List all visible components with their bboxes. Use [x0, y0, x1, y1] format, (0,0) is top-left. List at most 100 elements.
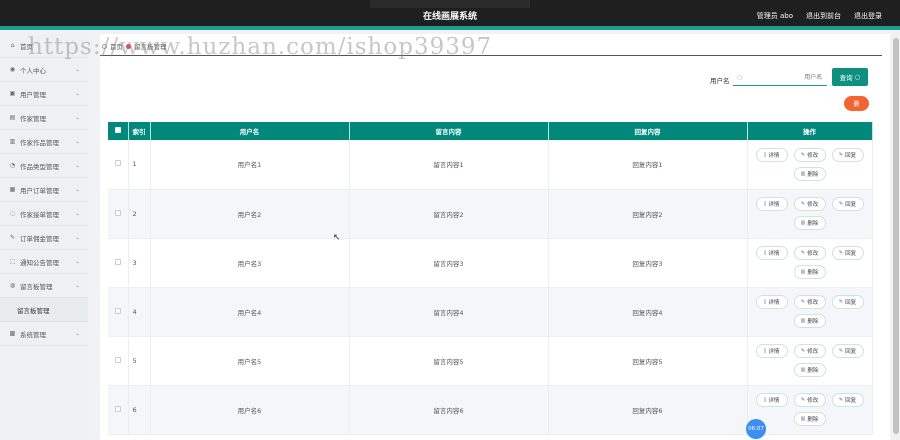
search-input[interactable]	[742, 73, 823, 81]
row-checkbox[interactable]	[114, 356, 121, 363]
row-actions: ▯ 详情 ✎ 修改 ✎ 回复 ▥ 删除	[747, 336, 873, 386]
row-reply: 回复内容3	[548, 238, 748, 288]
edit-button[interactable]: ✎ 修改	[793, 393, 826, 407]
row-select-cell[interactable]	[108, 385, 129, 435]
row-action-group: ▯ 详情 ✎ 修改 ✎ 回复 ▥ 删除	[748, 295, 872, 328]
edit-icon: ✎	[800, 250, 806, 256]
row-reply: 回复内容1	[548, 140, 748, 190]
row-checkbox[interactable]	[114, 405, 121, 412]
trash-icon: ▥	[800, 367, 806, 373]
edit-label: 修改	[807, 152, 819, 159]
delete-button[interactable]: ▥ 删除	[793, 216, 826, 230]
breadcrumb-home[interactable]: 首页	[110, 41, 123, 51]
delete-button[interactable]: ▥ 删除	[793, 363, 826, 377]
reply-button[interactable]: ✎ 回复	[831, 246, 864, 260]
header-actions: 操作	[747, 122, 873, 140]
row-checkbox[interactable]	[114, 160, 121, 167]
message-icon: ◍	[9, 282, 16, 289]
edit-button[interactable]: ✎ 修改	[793, 147, 826, 162]
delete-label: 删除	[807, 221, 819, 227]
row-checkbox[interactable]	[114, 209, 121, 216]
sidebar-item[interactable]: ▣ 用户管理 ⌄	[0, 82, 88, 106]
delete-button[interactable]: ▥ 删除	[793, 265, 826, 279]
accept-icon: ◌	[9, 210, 16, 217]
sidebar-item[interactable]: ⌂ 首页	[0, 34, 88, 58]
edit-button[interactable]: ✎ 修改	[793, 246, 826, 260]
sidebar-item-label: 作家管理	[20, 114, 46, 123]
sidebar-item[interactable]: ◍ 留言板管理 ⌄	[0, 274, 88, 298]
sidebar-item[interactable]: ◔ 作品类型管理 ⌄	[0, 154, 88, 178]
row-index: 1	[128, 140, 151, 190]
row-select-cell[interactable]	[108, 287, 129, 337]
clock-badge: 06:07	[746, 419, 766, 439]
row-checkbox[interactable]	[114, 258, 121, 265]
back-to-front-link[interactable]: 退出到前台	[806, 11, 841, 21]
sidebar-item[interactable]: ⬚ 通知公告管理 ⌄	[0, 250, 88, 274]
row-reply: 回复内容6	[548, 385, 748, 435]
detail-button[interactable]: ▯ 详情	[755, 197, 788, 211]
sidebar-item[interactable]: ▥ 作家作品管理 ⌄	[0, 130, 88, 154]
edit-button[interactable]: ✎ 修改	[793, 344, 826, 358]
table-row: 3 用户名3 留言内容3 回复内容3 ▯ 详情 ✎ 修改 ✎ 回复 ▥ 删除	[108, 238, 873, 288]
row-index: 4	[128, 287, 151, 337]
document-icon: ▯	[763, 250, 767, 256]
document-icon: ▯	[763, 151, 767, 158]
row-select-cell[interactable]	[108, 336, 129, 386]
reply-button[interactable]: ✎ 回复	[831, 295, 864, 309]
batch-delete-button[interactable]: 删	[844, 96, 869, 111]
document-icon: ▯	[763, 348, 767, 354]
sidebar-subitem-message-board[interactable]: 留言板管理	[0, 298, 88, 322]
row-select-cell[interactable]	[108, 238, 129, 288]
search-button[interactable]: 查询 ○	[832, 68, 868, 86]
sidebar-item-label: 用户订单管理	[20, 186, 59, 195]
chevron-down-icon: ⌄	[74, 330, 80, 337]
reply-button[interactable]: ✎ 回复	[831, 344, 864, 358]
sidebar-item-label: 个人中心	[20, 66, 46, 75]
sidebar-item[interactable]: ▩ 系统管理 ⌄	[0, 322, 88, 346]
detail-button[interactable]: ▯ 详情	[755, 147, 788, 162]
detail-button[interactable]: ▯ 详情	[755, 295, 788, 309]
select-all-checkbox[interactable]	[114, 127, 121, 133]
edit-icon: ✎	[800, 151, 806, 158]
select-all-cell[interactable]	[108, 122, 129, 140]
header-message: 留言内容	[349, 122, 549, 140]
edit-button[interactable]: ✎ 修改	[793, 295, 826, 309]
sidebar-item[interactable]: ▦ 用户订单管理 ⌄	[0, 178, 88, 202]
delete-button[interactable]: ▥ 删除	[793, 412, 826, 426]
row-reply: 回复内容2	[548, 189, 748, 239]
detail-label: 详情	[768, 251, 780, 257]
reply-label: 回复	[845, 202, 857, 208]
detail-button[interactable]: ▯ 详情	[755, 393, 788, 407]
row-select-cell[interactable]	[108, 189, 129, 239]
delete-button[interactable]: ▥ 删除	[793, 166, 826, 181]
sidebar-item[interactable]: ✎ 订单佣金管理 ⌄	[0, 226, 88, 250]
trash-icon: ▥	[800, 220, 806, 226]
sidebar-item[interactable]: ◉ 个人中心 ⌄	[0, 58, 88, 82]
users-icon: ▣	[9, 90, 16, 97]
page-scrollbar[interactable]	[892, 34, 900, 440]
edit-button[interactable]: ✎ 修改	[793, 197, 826, 211]
document-icon: ▯	[763, 397, 767, 403]
reply-button[interactable]: ✎ 回复	[831, 197, 864, 211]
reply-button[interactable]: ✎ 回复	[831, 147, 864, 162]
row-message: 留言内容4	[349, 287, 549, 337]
sidebar-item[interactable]: ▤ 作家管理 ⌄	[0, 106, 88, 130]
search-box: ○	[733, 69, 827, 86]
detail-button[interactable]: ▯ 详情	[755, 246, 788, 260]
sidebar-item[interactable]: ◌ 作家接单管理 ⌄	[0, 202, 88, 226]
row-select-cell[interactable]	[108, 140, 129, 190]
row-index: 5	[128, 336, 151, 386]
row-checkbox[interactable]	[114, 307, 121, 314]
logout-link[interactable]: 退出登录	[854, 11, 882, 21]
sidebar-item-label: 系统管理	[20, 330, 46, 339]
delete-label: 删除	[807, 417, 819, 423]
reply-icon: ✎	[838, 299, 844, 305]
scrollbar-thumb[interactable]	[893, 38, 899, 434]
chevron-down-icon: ⌄	[74, 186, 80, 193]
commission-icon: ✎	[9, 234, 16, 241]
reply-button[interactable]: ✎ 回复	[831, 393, 864, 407]
row-action-group: ▯ 详情 ✎ 修改 ✎ 回复 ▥ 删除	[748, 147, 872, 181]
delete-button[interactable]: ▥ 删除	[793, 314, 826, 328]
row-username: 用户名3	[150, 238, 350, 288]
detail-button[interactable]: ▯ 详情	[755, 344, 788, 358]
